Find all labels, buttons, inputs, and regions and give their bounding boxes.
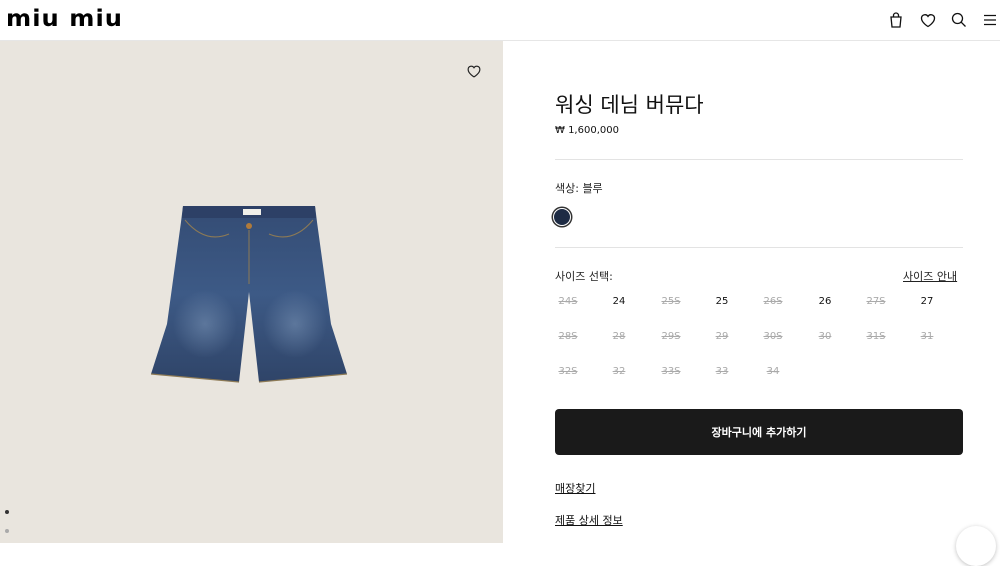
heart-icon[interactable] (918, 10, 938, 30)
size-option-29s[interactable]: 29S (656, 330, 686, 344)
size-option-30[interactable]: 30 (810, 330, 840, 344)
size-option-27s[interactable]: 27S (861, 295, 891, 309)
size-option-28[interactable]: 28 (604, 330, 634, 344)
chat-button[interactable] (956, 526, 996, 566)
product-info-panel: 워싱 데님 버뮤다 ₩ 1,600,000 색상: 블루 사이즈 선택: 사이즈… (503, 41, 1000, 543)
size-option-33s[interactable]: 33S (656, 365, 686, 379)
size-option-28s[interactable]: 28S (553, 330, 583, 344)
divider (555, 247, 963, 248)
size-option-26s[interactable]: 26S (758, 295, 788, 309)
size-option-25[interactable]: 25 (707, 295, 737, 309)
menu-icon[interactable] (980, 10, 1000, 30)
color-swatch-blue[interactable] (553, 208, 571, 226)
size-option-32[interactable]: 32 (604, 365, 634, 379)
size-option-27[interactable]: 27 (912, 295, 942, 309)
size-option-33[interactable]: 33 (707, 365, 737, 379)
size-option-24[interactable]: 24 (604, 295, 634, 309)
search-icon[interactable] (949, 10, 969, 30)
size-option-31[interactable]: 31 (912, 330, 942, 344)
product-price: ₩ 1,600,000 (555, 125, 619, 136)
divider (555, 159, 963, 160)
product-title: 워싱 데님 버뮤다 (555, 93, 704, 117)
add-to-cart-button[interactable]: 장바구니에 추가하기 (555, 409, 963, 455)
site-header: miu miu (0, 0, 1000, 41)
size-option-24s[interactable]: 24S (553, 295, 583, 309)
size-option-30s[interactable]: 30S (758, 330, 788, 344)
product-gallery (0, 41, 503, 543)
gallery-dot[interactable] (5, 529, 9, 533)
wishlist-heart-icon[interactable] (465, 62, 485, 82)
store-finder-link[interactable]: 매장찾기 (555, 480, 595, 496)
denim-shorts-image (150, 206, 348, 383)
size-option-34[interactable]: 34 (758, 365, 788, 379)
size-option-32s[interactable]: 32S (553, 365, 583, 379)
miu-miu-logo[interactable]: miu miu (6, 6, 123, 32)
size-guide-link[interactable]: 사이즈 안내 (903, 268, 957, 284)
color-label: 색상: 블루 (555, 182, 603, 195)
size-option-25s[interactable]: 25S (656, 295, 686, 309)
size-option-31s[interactable]: 31S (861, 330, 891, 344)
size-select-label: 사이즈 선택: (555, 270, 613, 283)
gallery-dot-active[interactable] (5, 510, 9, 514)
product-details-link[interactable]: 제품 상세 정보 (555, 512, 623, 528)
bag-icon[interactable] (886, 10, 906, 30)
size-option-26[interactable]: 26 (810, 295, 840, 309)
size-option-29[interactable]: 29 (707, 330, 737, 344)
